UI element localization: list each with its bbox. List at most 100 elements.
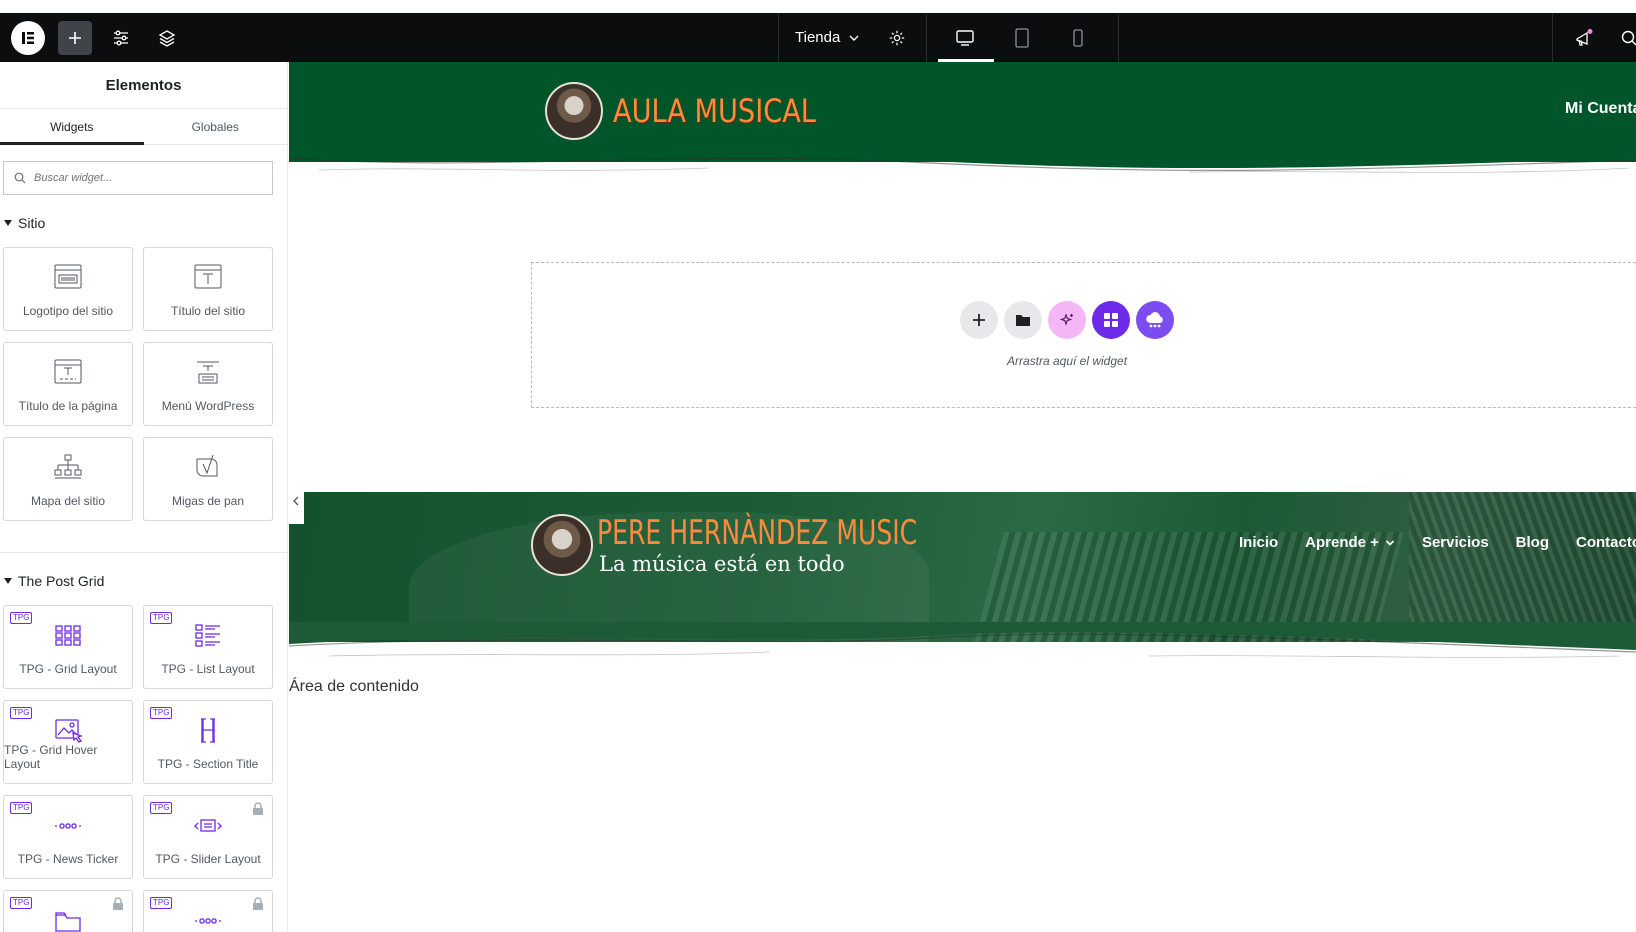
divider xyxy=(926,13,927,62)
widget-search[interactable] xyxy=(3,161,273,195)
desktop-view-icon[interactable] xyxy=(948,21,982,55)
slider-layout-icon xyxy=(194,819,222,832)
main-navigation: Inicio Aprende + Servicios Blog Contacto xyxy=(1239,534,1636,551)
grid-hover-icon xyxy=(55,719,83,743)
add-element-button[interactable] xyxy=(58,21,92,55)
widget-label: Mapa del sitio xyxy=(30,494,106,508)
sitemap-icon xyxy=(54,454,82,479)
site-title-icon xyxy=(194,264,222,289)
yoast-breadcrumbs-icon xyxy=(196,454,218,477)
widget-label: Logotipo del sitio xyxy=(22,304,114,318)
site-part-selector[interactable]: Tienda xyxy=(795,13,860,62)
list-layout-icon xyxy=(195,624,220,647)
library-kit-button[interactable] xyxy=(1092,301,1130,339)
widget-site-logo[interactable]: Logotipo del sitio xyxy=(3,247,133,331)
mobile-view-icon[interactable] xyxy=(1061,21,1095,55)
widget-site-title[interactable]: Título del sitio xyxy=(143,247,273,331)
tablet-view-icon[interactable] xyxy=(1005,21,1039,55)
main-header-section[interactable]: PERE HERNÀNDEZ MUSIC La música está en t… xyxy=(289,492,1636,642)
add-section-button[interactable] xyxy=(960,301,998,339)
widget-label: TPG - Grid Layout xyxy=(19,662,117,676)
nav-item-blog[interactable]: Blog xyxy=(1516,534,1549,551)
page-settings-gear-icon[interactable] xyxy=(880,21,914,55)
divider xyxy=(1552,13,1553,62)
empty-section-dropzone[interactable]: Arrastra aquí el widget xyxy=(531,262,1636,408)
brand-subtitle: La música está en todo xyxy=(599,552,845,576)
widget-label: TPG - News Ticker xyxy=(17,852,119,866)
ticker-icon xyxy=(195,918,221,924)
site-brand[interactable]: AULA MUSICAL xyxy=(545,82,852,140)
widget-label: TPG - Slider Layout xyxy=(155,852,261,866)
widget-breadcrumbs[interactable]: Migas de pan xyxy=(143,437,273,521)
widget-tpg-grid-hover-layout[interactable]: TPG TPG - Grid Hover Layout xyxy=(3,700,133,784)
widget-tpg-list-layout[interactable]: TPG TPG - List Layout xyxy=(143,605,273,689)
ai-generate-button[interactable] xyxy=(1048,301,1086,339)
widget-page-title[interactable]: Título de la página xyxy=(3,342,133,426)
avatar xyxy=(531,514,593,576)
account-link[interactable]: Mi Cuenta xyxy=(1565,100,1636,118)
elementor-logo-icon[interactable] xyxy=(11,21,45,55)
notifications-megaphone-icon[interactable] xyxy=(1567,21,1601,55)
chevron-left-icon xyxy=(293,496,299,506)
tpg-badge: TPG xyxy=(150,707,173,719)
tpg-badge: TPG xyxy=(10,612,33,624)
nav-label: Contacto xyxy=(1576,534,1636,551)
site-settings-icon[interactable] xyxy=(104,21,138,55)
page-title-icon xyxy=(54,359,82,384)
structure-layers-icon[interactable] xyxy=(150,21,184,55)
add-template-button[interactable] xyxy=(1004,301,1042,339)
search-icon xyxy=(14,172,26,184)
widget-tpg-partial[interactable]: TPG xyxy=(143,890,273,932)
divider xyxy=(1118,13,1119,62)
widget-sitemap[interactable]: Mapa del sitio xyxy=(3,437,133,521)
dropzone-hint: Arrastra aquí el widget xyxy=(1006,354,1128,368)
search-icon[interactable] xyxy=(1612,21,1636,55)
widget-label: Migas de pan xyxy=(171,494,245,508)
widget-tpg-news-ticker[interactable]: TPG TPG - News Ticker xyxy=(3,795,133,879)
window-top-strip xyxy=(0,0,1636,13)
editor-top-bar: Tienda xyxy=(0,13,1636,62)
widget-tpg-section-title[interactable]: TPG TPG - Section Title xyxy=(143,700,273,784)
folder-icon xyxy=(1016,315,1030,326)
widget-tpg-partial[interactable]: TPG xyxy=(3,890,133,932)
lock-icon xyxy=(253,802,263,815)
nav-item-aprende[interactable]: Aprende + xyxy=(1305,534,1395,551)
panel-tabs: Widgets Globales xyxy=(0,109,287,145)
nav-label: Aprende + xyxy=(1305,534,1379,551)
widget-tpg-grid-layout[interactable]: TPG TPG - Grid Layout xyxy=(3,605,133,689)
site-logo-icon xyxy=(54,264,82,289)
tab-widgets[interactable]: Widgets xyxy=(0,109,144,145)
widget-label: Título del sitio xyxy=(170,304,246,318)
tpg-badge: TPG xyxy=(10,897,33,909)
nav-item-servicios[interactable]: Servicios xyxy=(1422,534,1489,551)
elements-panel: Elementos Widgets Globales Sitio Logotip… xyxy=(0,62,288,932)
panel-title: Elementos xyxy=(0,62,287,109)
collapse-panel-button[interactable] xyxy=(288,478,304,524)
category-label: Sitio xyxy=(18,215,46,231)
nav-label: Blog xyxy=(1515,534,1549,551)
cloud-templates-button[interactable] xyxy=(1136,301,1174,339)
grid-blocks-icon xyxy=(1104,313,1118,327)
nav-item-inicio[interactable]: Inicio xyxy=(1239,534,1278,551)
chevron-down-icon xyxy=(849,35,859,41)
nav-label: Servicios xyxy=(1421,534,1489,551)
content-area-placeholder: Área de contenido xyxy=(289,678,419,695)
category-label: The Post Grid xyxy=(18,573,105,589)
site-part-label: Tienda xyxy=(795,29,841,46)
tpg-badge: TPG xyxy=(150,897,173,909)
site-brand[interactable]: PERE HERNÀNDEZ MUSIC La música está en t… xyxy=(531,514,987,576)
heading-h-icon xyxy=(201,718,215,743)
widget-tpg-slider-layout[interactable]: TPG TPG - Slider Layout xyxy=(143,795,273,879)
tab-globales[interactable]: Globales xyxy=(144,109,288,144)
divider xyxy=(778,13,779,62)
search-input[interactable] xyxy=(34,172,254,184)
widget-label: TPG - Grid Hover Layout xyxy=(4,743,98,771)
plus-icon xyxy=(973,314,985,326)
lock-icon xyxy=(113,897,123,910)
category-the-post-grid[interactable]: The Post Grid xyxy=(4,573,104,589)
nav-item-contacto[interactable]: Contacto xyxy=(1576,534,1636,551)
category-sitio[interactable]: Sitio xyxy=(4,215,45,231)
widget-wordpress-menu[interactable]: Menú WordPress xyxy=(143,342,273,426)
widget-label: Menú WordPress xyxy=(161,399,255,413)
caret-down-icon xyxy=(4,578,12,584)
